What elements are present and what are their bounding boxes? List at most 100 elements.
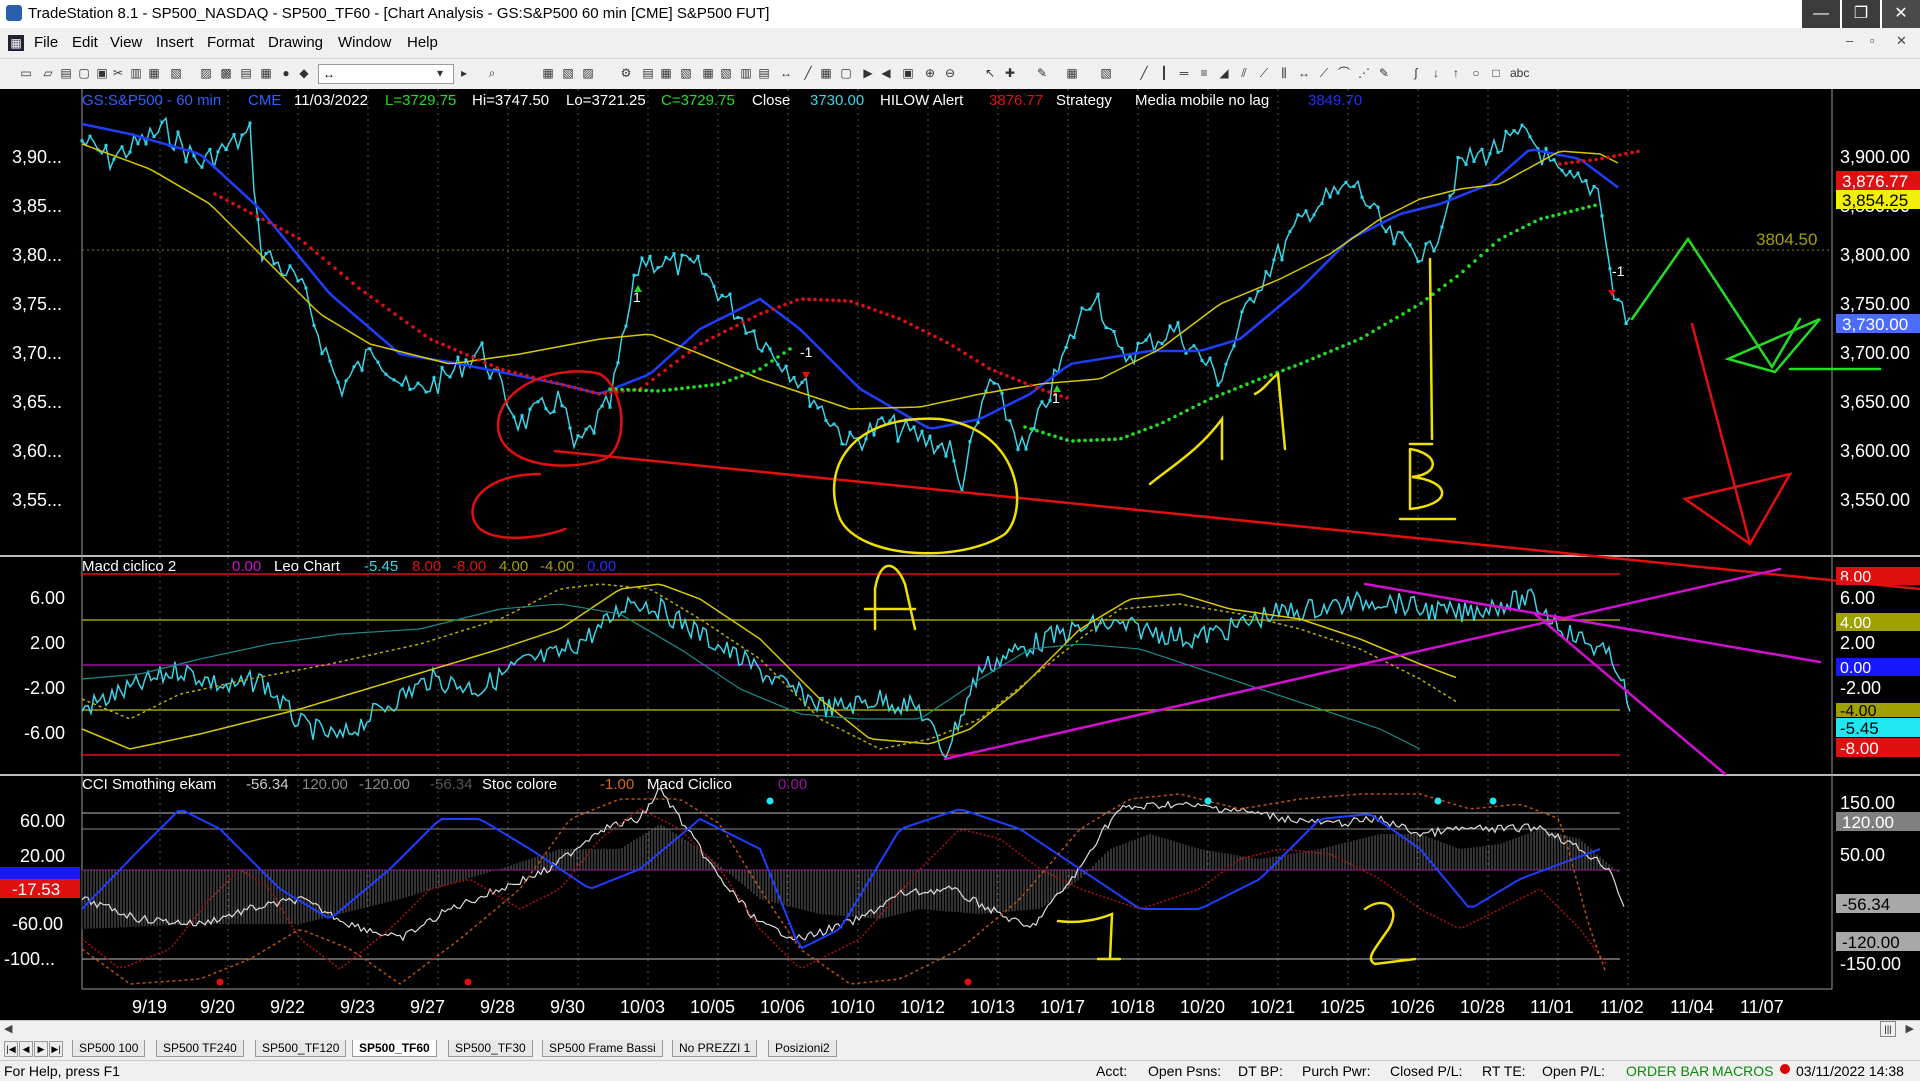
menu-file[interactable]: File [34, 34, 58, 51]
horizontal-scrollbar[interactable]: ◀ ||| ▶ [0, 1020, 1920, 1039]
tab-no-prezzi-1[interactable]: No PREZZI 1 [672, 1040, 757, 1057]
radar-icon[interactable]: ▩ [218, 65, 234, 81]
print-icon[interactable]: ▧ [168, 65, 184, 81]
properties-icon[interactable]: ▦ [1064, 65, 1080, 81]
stop-icon[interactable]: ▣ [900, 65, 916, 81]
document-icon[interactable]: ▦ [8, 35, 24, 51]
tool-a-icon[interactable]: ▦ [658, 65, 674, 81]
ellipse-icon[interactable]: ○ [1468, 65, 1484, 81]
tab-sp500-tf240[interactable]: SP500 TF240 [156, 1040, 244, 1057]
cci-pane[interactable] [82, 789, 1624, 986]
point-fig-icon[interactable]: ▦ [818, 65, 834, 81]
menu-format[interactable]: Format [207, 34, 255, 51]
pan-icon[interactable]: ↔ [778, 65, 794, 81]
arrows-icon[interactable]: ↔ [1296, 65, 1312, 81]
status-macros[interactable]: MACROS [1712, 1063, 1773, 1079]
fib-arcs-icon[interactable]: ⌒ [1336, 65, 1352, 81]
scroll-left-icon[interactable]: ◀ [4, 1022, 12, 1035]
tab-sp500-tf60[interactable]: SP500_TF60 [352, 1040, 437, 1057]
insert-strategy-icon[interactable]: ⚙ [618, 65, 634, 81]
play-icon[interactable]: ▶ [860, 65, 876, 81]
line-chart-icon[interactable]: ╱ [800, 65, 816, 81]
save-icon[interactable]: ▤ [58, 65, 74, 81]
zoom-out-icon[interactable]: ⊖ [942, 65, 958, 81]
tab-sp500-tf120[interactable]: SP500_TF120 [255, 1040, 346, 1057]
menu-window[interactable]: Window [338, 34, 391, 51]
rectangle-icon[interactable]: □ [1488, 65, 1504, 81]
menu-help[interactable]: Help [407, 34, 438, 51]
hilow-red-dot [849, 300, 853, 304]
scroll-right-icon[interactable]: ▶ [1906, 1022, 1914, 1035]
gann-icon[interactable]: ⟋ [1256, 65, 1272, 81]
matrix-icon[interactable]: ▤ [238, 65, 254, 81]
macd-pane[interactable] [82, 574, 1630, 758]
strategy-performance-icon[interactable]: ▤ [640, 65, 656, 81]
menu-insert[interactable]: Insert [156, 34, 194, 51]
maximize-button[interactable]: ❐ [1842, 0, 1880, 28]
fib-icon[interactable]: ≡ [1196, 65, 1212, 81]
fib-fan-icon[interactable]: ⋰ [1356, 65, 1372, 81]
doc-close-button[interactable]: ✕ [1896, 33, 1907, 49]
freehand-icon[interactable]: ∫ [1408, 65, 1424, 81]
find-icon[interactable]: ▥ [128, 65, 144, 81]
format-symbol-icon[interactable]: ▨ [580, 65, 596, 81]
options-icon[interactable]: ● [278, 65, 294, 81]
trendline-icon[interactable]: ╱ [1136, 65, 1152, 81]
cut-icon[interactable]: ✂ [110, 65, 126, 81]
tab-posizioni2[interactable]: Posizioni2 [768, 1040, 837, 1057]
paste-icon[interactable]: ▣ [94, 65, 110, 81]
insert-indicator-icon[interactable]: ▧ [560, 65, 576, 81]
tab-sp500-tf30[interactable]: SP500_TF30 [448, 1040, 533, 1057]
new-icon[interactable]: ▭ [18, 65, 34, 81]
menu-view[interactable]: View [110, 34, 142, 51]
combo-dropdown-icon[interactable]: ▾ [432, 65, 448, 81]
chart-canvas[interactable]: GS:S&P500 - 60 min CME 11/03/2022 L=3729… [0, 89, 1920, 1020]
chart-window-icon[interactable]: ▨ [198, 65, 214, 81]
tab-first-icon[interactable]: |◀ [4, 1041, 18, 1057]
chart-area[interactable]: GS:S&P500 - 60 min CME 11/03/2022 L=3729… [0, 89, 1920, 1020]
scroll-thumb[interactable]: ||| [1880, 1021, 1896, 1037]
arrow-up-icon[interactable]: ↑ [1448, 65, 1464, 81]
crosshair-icon[interactable]: ✚ [1002, 65, 1018, 81]
close-button[interactable]: ✕ [1882, 0, 1920, 28]
alerts-icon[interactable]: ▧ [1098, 65, 1114, 81]
bar-chart-icon[interactable]: ▥ [738, 65, 754, 81]
tool-c-icon[interactable]: ▦ [700, 65, 716, 81]
lookup-icon[interactable]: ⌕ [484, 65, 500, 81]
strategy-icon[interactable]: ◆ [296, 65, 312, 81]
pencil-icon[interactable]: ✎ [1376, 65, 1392, 81]
tool-b-icon[interactable]: ▧ [678, 65, 694, 81]
tab-next-icon[interactable]: ▶ [34, 1041, 48, 1057]
horizontal-line-icon[interactable]: ═ [1176, 65, 1192, 81]
doc-restore-button[interactable]: ▫ [1870, 33, 1875, 48]
open-icon[interactable]: ▱ [40, 65, 56, 81]
print-preview-icon[interactable]: ▦ [146, 65, 162, 81]
tab-last-icon[interactable]: ▶| [49, 1041, 63, 1057]
vertical-line-icon[interactable]: ┃ [1156, 65, 1172, 81]
menu-edit[interactable]: Edit [72, 34, 98, 51]
andrews-icon[interactable]: ⫼ [1276, 65, 1292, 81]
back-icon[interactable]: ◀ [878, 65, 894, 81]
candle-chart-icon[interactable]: ▤ [756, 65, 772, 81]
next-icon[interactable]: ▸ [456, 65, 472, 81]
data-window-icon[interactable]: ▢ [838, 65, 854, 81]
copy-icon[interactable]: ▢ [76, 65, 92, 81]
channel-icon[interactable]: ⫽ [1236, 65, 1252, 81]
speed-line-icon[interactable]: ◢ [1216, 65, 1232, 81]
cursor-icon[interactable]: ↖ [982, 65, 998, 81]
regression-icon[interactable]: ⟋ [1316, 65, 1332, 81]
menu-drawing[interactable]: Drawing [268, 34, 323, 51]
text-icon[interactable]: abc [1510, 65, 1526, 81]
scanner-icon[interactable]: ▦ [258, 65, 274, 81]
tab-prev-icon[interactable]: ◀ [19, 1041, 33, 1057]
arrow-down-icon[interactable]: ↓ [1428, 65, 1444, 81]
tab-sp500-frame-bassi[interactable]: SP500 Frame Bassi [542, 1040, 663, 1057]
format-window-icon[interactable]: ▦ [540, 65, 556, 81]
status-order-bar[interactable]: ORDER BAR [1626, 1063, 1709, 1079]
tools-icon[interactable]: ✎ [1034, 65, 1050, 81]
zoom-in-icon[interactable]: ⊕ [922, 65, 938, 81]
tab-sp500-100[interactable]: SP500 100 [72, 1040, 145, 1057]
tool-d-icon[interactable]: ▧ [718, 65, 734, 81]
minimize-button[interactable]: — [1802, 0, 1840, 28]
doc-minimize-button[interactable]: – [1846, 33, 1853, 48]
